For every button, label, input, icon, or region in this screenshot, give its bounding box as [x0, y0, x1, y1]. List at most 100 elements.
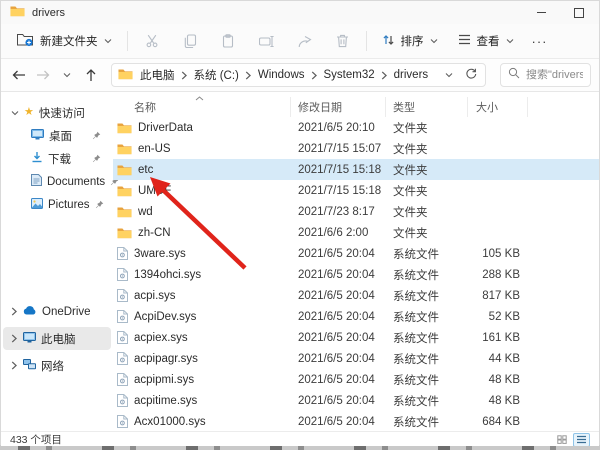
up-button[interactable]	[81, 64, 101, 86]
file-row-1394ohci.sys[interactable]: 1394ohci.sys2021/6/5 20:04系统文件288 KB	[113, 264, 599, 285]
file-type: 文件夹	[386, 201, 468, 222]
content: ★ 快速访问 桌面下载DocumentsPictures OneDrive 此电脑…	[1, 92, 599, 431]
details-view-toggle[interactable]	[573, 433, 590, 447]
file-row-acpipagr.sys[interactable]: acpipagr.sys2021/6/5 20:04系统文件44 KB	[113, 348, 599, 369]
copy-button[interactable]	[183, 34, 197, 48]
search-icon	[508, 66, 520, 84]
more-options-button[interactable]: ···	[522, 34, 558, 49]
file-size: 48 KB	[468, 369, 528, 390]
file-size	[468, 201, 528, 222]
refresh-icon[interactable]	[465, 68, 477, 83]
sidebar-item-此电脑[interactable]: 此电脑	[3, 327, 111, 350]
recent-locations-chevron-icon[interactable]	[57, 64, 77, 86]
search-input[interactable]	[526, 69, 583, 81]
desktop-icon	[31, 129, 44, 143]
folder-icon	[117, 185, 132, 197]
breadcrumb-segment[interactable]: Windows	[253, 68, 310, 82]
toolbar-separator	[127, 31, 128, 51]
column-headers: 名称修改日期类型大小	[113, 97, 599, 117]
cut-button[interactable]	[145, 34, 159, 48]
new-folder-icon	[17, 33, 34, 50]
folder-icon	[117, 164, 132, 176]
large-icons-view-toggle[interactable]	[553, 433, 570, 447]
file-name: acpipmi.sys	[113, 369, 291, 390]
file-size	[468, 138, 528, 159]
maximize-button[interactable]	[571, 5, 587, 21]
back-button[interactable]	[9, 64, 29, 86]
chevron-right-icon[interactable]	[310, 71, 319, 80]
share-button[interactable]	[298, 35, 312, 48]
file-row-zh-CN[interactable]: zh-CN2021/6/6 2:00文件夹	[113, 222, 599, 243]
items-count: 433 个项目	[10, 432, 62, 447]
delete-icon	[336, 34, 349, 48]
delete-button[interactable]	[336, 34, 349, 48]
file-row-acpitime.sys[interactable]: acpitime.sys2021/6/5 20:04系统文件48 KB	[113, 390, 599, 411]
folder-icon	[117, 143, 132, 155]
file-size: 44 KB	[468, 348, 528, 369]
file-size: 288 KB	[468, 264, 528, 285]
file-type: 系统文件	[386, 369, 468, 390]
sidebar-item-pictures[interactable]: Pictures	[3, 193, 111, 216]
file-type: 系统文件	[386, 390, 468, 411]
file-row-3ware.sys[interactable]: 3ware.sys2021/6/5 20:04系统文件105 KB	[113, 243, 599, 264]
address-dropdown-chevron-icon[interactable]	[445, 69, 453, 81]
breadcrumb-segment[interactable]: 此电脑	[135, 66, 180, 84]
file-name: Acx01000.sys	[113, 411, 291, 432]
forward-button[interactable]	[33, 64, 53, 86]
sidebar-item-documents[interactable]: Documents	[3, 170, 111, 193]
chevron-right-icon[interactable]	[380, 71, 389, 80]
chevron-right-icon	[11, 307, 18, 316]
background-strip	[0, 446, 600, 450]
new-folder-label: 新建文件夹	[40, 33, 98, 49]
column-header-size[interactable]: 大小	[468, 97, 528, 117]
sidebar-item-网络[interactable]: 网络	[3, 354, 111, 377]
breadcrumb-segment[interactable]: drivers	[389, 68, 434, 82]
folder-icon	[10, 4, 25, 22]
sort-button[interactable]: 排序	[374, 29, 446, 53]
file-size	[468, 159, 528, 180]
file-type: 系统文件	[386, 243, 468, 264]
sidebar-item-桌面[interactable]: 桌面	[3, 124, 111, 147]
file-name: zh-CN	[113, 222, 291, 243]
sidebar-item-label: 此电脑	[41, 331, 76, 347]
file-size: 684 KB	[468, 411, 528, 432]
file-row-acpi.sys[interactable]: acpi.sys2021/6/5 20:04系统文件817 KB	[113, 285, 599, 306]
sort-label: 排序	[401, 33, 424, 49]
file-row-DriverData[interactable]: DriverData2021/6/5 20:10文件夹	[113, 117, 599, 138]
sidebar-item-quick-access[interactable]: ★ 快速访问	[3, 101, 111, 124]
file-size	[468, 222, 528, 243]
file-row-acpiex.sys[interactable]: acpiex.sys2021/6/5 20:04系统文件161 KB	[113, 327, 599, 348]
sidebar-item-onedrive[interactable]: OneDrive	[3, 300, 111, 323]
file-name: etc	[113, 159, 291, 180]
rename-button[interactable]	[259, 35, 274, 48]
breadcrumb[interactable]: 此电脑系统 (C:) Windows System32 drivers	[111, 63, 486, 87]
column-header-date[interactable]: 修改日期	[291, 97, 386, 117]
file-row-AcpiDev.sys[interactable]: AcpiDev.sys2021/6/5 20:04系统文件52 KB	[113, 306, 599, 327]
file-row-UMDF[interactable]: UMDF2021/7/15 15:18文件夹	[113, 180, 599, 201]
chevron-right-icon[interactable]	[244, 71, 253, 80]
column-header-type[interactable]: 类型	[386, 97, 468, 117]
window-title: drivers	[32, 7, 65, 19]
minimize-button[interactable]	[533, 5, 549, 21]
file-row-acpipmi.sys[interactable]: acpipmi.sys2021/6/5 20:04系统文件48 KB	[113, 369, 599, 390]
view-button[interactable]: 查看	[450, 29, 522, 53]
file-row-Acx01000.sys[interactable]: Acx01000.sys2021/6/5 20:04系统文件684 KB	[113, 411, 599, 432]
file-name: UMDF	[113, 180, 291, 201]
file-row-en-US[interactable]: en-US2021/7/15 15:07文件夹	[113, 138, 599, 159]
sort-ascending-chevron-icon	[195, 92, 204, 104]
new-folder-button[interactable]: 新建文件夹	[9, 29, 120, 54]
file-date: 2021/7/15 15:07	[291, 138, 386, 159]
file-size: 161 KB	[468, 327, 528, 348]
file-row-wd[interactable]: wd2021/7/23 8:17文件夹	[113, 201, 599, 222]
breadcrumb-segment[interactable]: 系统 (C:)	[189, 66, 244, 84]
file-size	[468, 117, 528, 138]
sidebar-item-label: 网络	[41, 358, 64, 374]
chevron-right-icon[interactable]	[180, 71, 189, 80]
breadcrumb-segment[interactable]: System32	[319, 68, 380, 82]
sidebar-item-下载[interactable]: 下载	[3, 147, 111, 170]
chevron-down-icon	[104, 38, 112, 44]
this-pc-icon	[23, 332, 36, 346]
pin-icon	[92, 131, 101, 140]
file-row-etc[interactable]: etc2021/7/15 15:18文件夹	[113, 159, 599, 180]
paste-button[interactable]	[221, 34, 235, 48]
